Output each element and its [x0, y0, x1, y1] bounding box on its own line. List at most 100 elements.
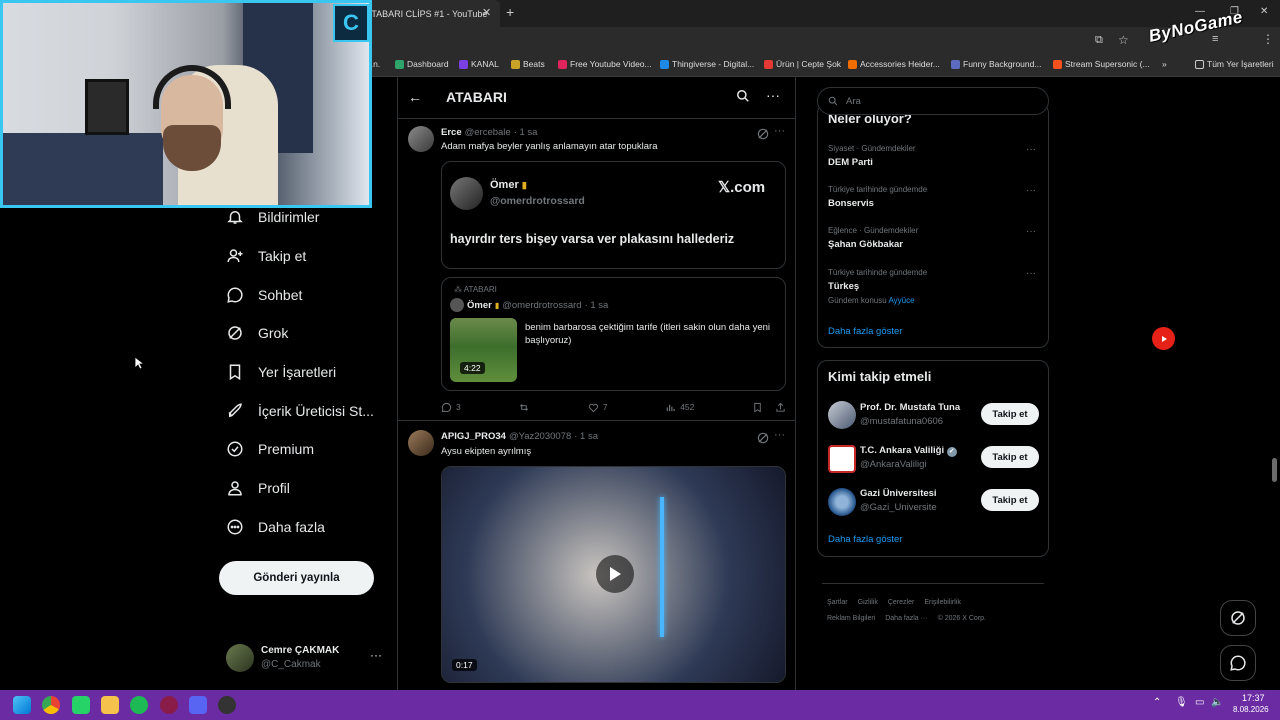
author-handle[interactable]: @Yaz2030078	[509, 431, 571, 442]
discord-icon[interactable]	[189, 696, 207, 714]
more-dots-icon[interactable]: ···	[1026, 185, 1036, 196]
follow-button[interactable]: Takip et	[981, 489, 1039, 511]
footer-link[interactable]: Gizlilik	[858, 599, 878, 606]
nav-bookmarks[interactable]: Yer İşaretleri	[226, 357, 336, 387]
search-input[interactable]: Ara	[817, 87, 1049, 115]
bookmark-item[interactable]: Accessories Heider...	[848, 59, 940, 69]
grok-icon[interactable]	[756, 127, 770, 141]
bookmark-item[interactable]: KANAL	[459, 59, 499, 69]
nav-premium[interactable]: Premium	[226, 434, 314, 464]
install-icon[interactable]: ⧉	[1095, 34, 1103, 47]
trend-sub-link[interactable]: Ayyüce	[888, 296, 914, 305]
more-dots-icon[interactable]: ···	[774, 429, 785, 441]
embed-author-name: Ömer ▮	[490, 179, 527, 191]
bookmark-item[interactable]: Thingiverse - Digital...	[660, 59, 754, 69]
grok-button[interactable]	[1220, 600, 1256, 636]
post-time[interactable]: · 1 sa	[514, 127, 538, 138]
more-dots-icon[interactable]: ···	[766, 87, 780, 103]
suggestion-name[interactable]: T.C. Ankara Valiliği ✓	[860, 445, 957, 457]
more-dots-icon[interactable]: ···	[1026, 268, 1036, 279]
spotify-icon[interactable]	[130, 696, 148, 714]
trend-item[interactable]: Bonservis	[828, 198, 874, 209]
quoted-post[interactable]: ⁂ ATABARI Ömer ▮ @omerdrotrossard · 1 sa…	[441, 277, 786, 391]
close-tab-icon[interactable]: ✕	[482, 6, 491, 19]
whatsapp-icon[interactable]	[72, 696, 90, 714]
scrollbar[interactable]	[1272, 458, 1277, 482]
bookmark-item[interactable]: Stream Supersonic (...	[1053, 59, 1150, 69]
tray-chevron-icon[interactable]: ⌃	[1153, 697, 1161, 708]
author-name[interactable]: Erce	[441, 127, 462, 138]
clock-date[interactable]: 8.08.2026	[1233, 705, 1269, 714]
bookmark-overflow-icon[interactable]: »	[1162, 59, 1167, 69]
author-name[interactable]: APIGJ_PRO34	[441, 431, 506, 442]
messages-button[interactable]	[1220, 645, 1256, 681]
repost-button[interactable]	[518, 402, 530, 413]
nav-creator-studio[interactable]: İçerik Üreticisi St...	[226, 396, 374, 426]
obs-icon[interactable]	[218, 696, 236, 714]
more-dots-icon[interactable]: ···	[774, 125, 785, 137]
nav-grok[interactable]: Grok	[226, 318, 288, 348]
volume-icon[interactable]: 🔈	[1211, 697, 1223, 708]
trend-item[interactable]: Türkeş	[828, 281, 859, 292]
bookmark-icon[interactable]	[752, 402, 763, 413]
grok-icon[interactable]	[756, 431, 770, 445]
all-bookmarks[interactable]: Tüm Yer İşaretleri	[1195, 59, 1274, 69]
bookmark-item[interactable]: Funny Background...	[951, 59, 1041, 69]
footer-link[interactable]: Reklam Bilgileri	[827, 615, 875, 622]
post[interactable]: APIGJ_PRO34 @Yaz2030078 · 1 sa ··· Aysu …	[398, 421, 795, 690]
more-dots-icon[interactable]: ···	[1026, 226, 1036, 237]
embedded-image-card[interactable]: Ömer ▮ @omerdrotrossard 𝕏.com hayırdır t…	[441, 161, 786, 269]
app-icon[interactable]	[160, 696, 178, 714]
views-button[interactable]: 452	[665, 402, 694, 413]
file-explorer-icon[interactable]	[101, 696, 119, 714]
follow-button[interactable]: Takip et	[981, 446, 1039, 468]
microphone-icon[interactable]: 🎙	[1175, 697, 1188, 708]
post-button[interactable]: Gönderi yayınla	[219, 561, 374, 595]
star-icon[interactable]: ☆	[1118, 33, 1129, 47]
bookmark-item[interactable]: Free Youtube Video...	[558, 59, 652, 69]
footer-link[interactable]: Çerezler	[888, 599, 914, 606]
suggestion-name[interactable]: Prof. Dr. Mustafa Tuna	[860, 402, 960, 413]
trend-item[interactable]: Şahan Gökbakar	[828, 239, 903, 250]
trend-category: Türkiye tarihinde gündemde	[828, 185, 928, 194]
play-button[interactable]	[596, 555, 634, 593]
trend-item[interactable]: DEM Parti	[828, 157, 873, 168]
windows-start-icon[interactable]	[13, 696, 31, 714]
nav-follow[interactable]: Takip et	[226, 241, 306, 271]
back-arrow-icon[interactable]: ←	[408, 89, 422, 105]
follow-button[interactable]: Takip et	[981, 403, 1039, 425]
footer-link[interactable]: Şartlar	[827, 599, 848, 606]
reply-button[interactable]: 3	[441, 402, 461, 413]
bookmark-item[interactable]: Dashboard	[395, 59, 449, 69]
clock-time[interactable]: 17:37	[1242, 693, 1265, 703]
nav-more[interactable]: Daha fazla	[226, 512, 325, 542]
menu-dots-icon[interactable]: ⋮	[1262, 32, 1274, 46]
suggestion-name[interactable]: Gazi Üniversitesi	[860, 488, 937, 499]
post-time[interactable]: · 1 sa	[574, 431, 598, 442]
nav-profile[interactable]: Profil	[226, 473, 290, 503]
nav-chat[interactable]: Sohbet	[226, 280, 302, 310]
video-thumbnail[interactable]: 4:22	[450, 318, 517, 382]
show-more-trends[interactable]: Daha fazla göster	[828, 326, 902, 337]
show-more-suggestions[interactable]: Daha fazla göster	[828, 534, 902, 545]
account-switcher[interactable]: Cemre ÇAKMAK @C_Cakmak ···	[226, 642, 384, 678]
bookmark-item[interactable]: Beats	[511, 59, 545, 69]
footer-link[interactable]: Erişilebilirlik	[924, 599, 961, 606]
share-icon[interactable]	[775, 402, 786, 413]
new-tab-icon[interactable]: +	[506, 4, 514, 20]
author-handle[interactable]: @ercebale	[465, 127, 511, 138]
chrome-icon[interactable]	[42, 696, 60, 714]
network-icon[interactable]: ▭	[1195, 697, 1204, 708]
post[interactable]: Erce @ercebale · 1 sa ··· Adam mafya bey…	[398, 119, 795, 421]
bookmark-item[interactable]: Ürün | Cepte Şok	[764, 59, 841, 69]
trend-category: Türkiye tarihinde gündemde	[828, 268, 928, 277]
search-icon[interactable]	[736, 89, 750, 103]
close-window-icon[interactable]: ✕	[1260, 6, 1268, 17]
media-icon[interactable]: ≡	[1212, 33, 1218, 45]
like-button[interactable]: 7	[588, 402, 608, 413]
more-dots-icon[interactable]: ···	[1026, 144, 1036, 155]
more-dots-icon[interactable]: ···	[370, 648, 382, 662]
quote-text: benim barbarosa çektiğim tarife (itleri …	[525, 322, 771, 346]
video-player[interactable]: 0:17	[441, 466, 786, 683]
footer-link[interactable]: Daha fazla ···	[885, 615, 927, 622]
